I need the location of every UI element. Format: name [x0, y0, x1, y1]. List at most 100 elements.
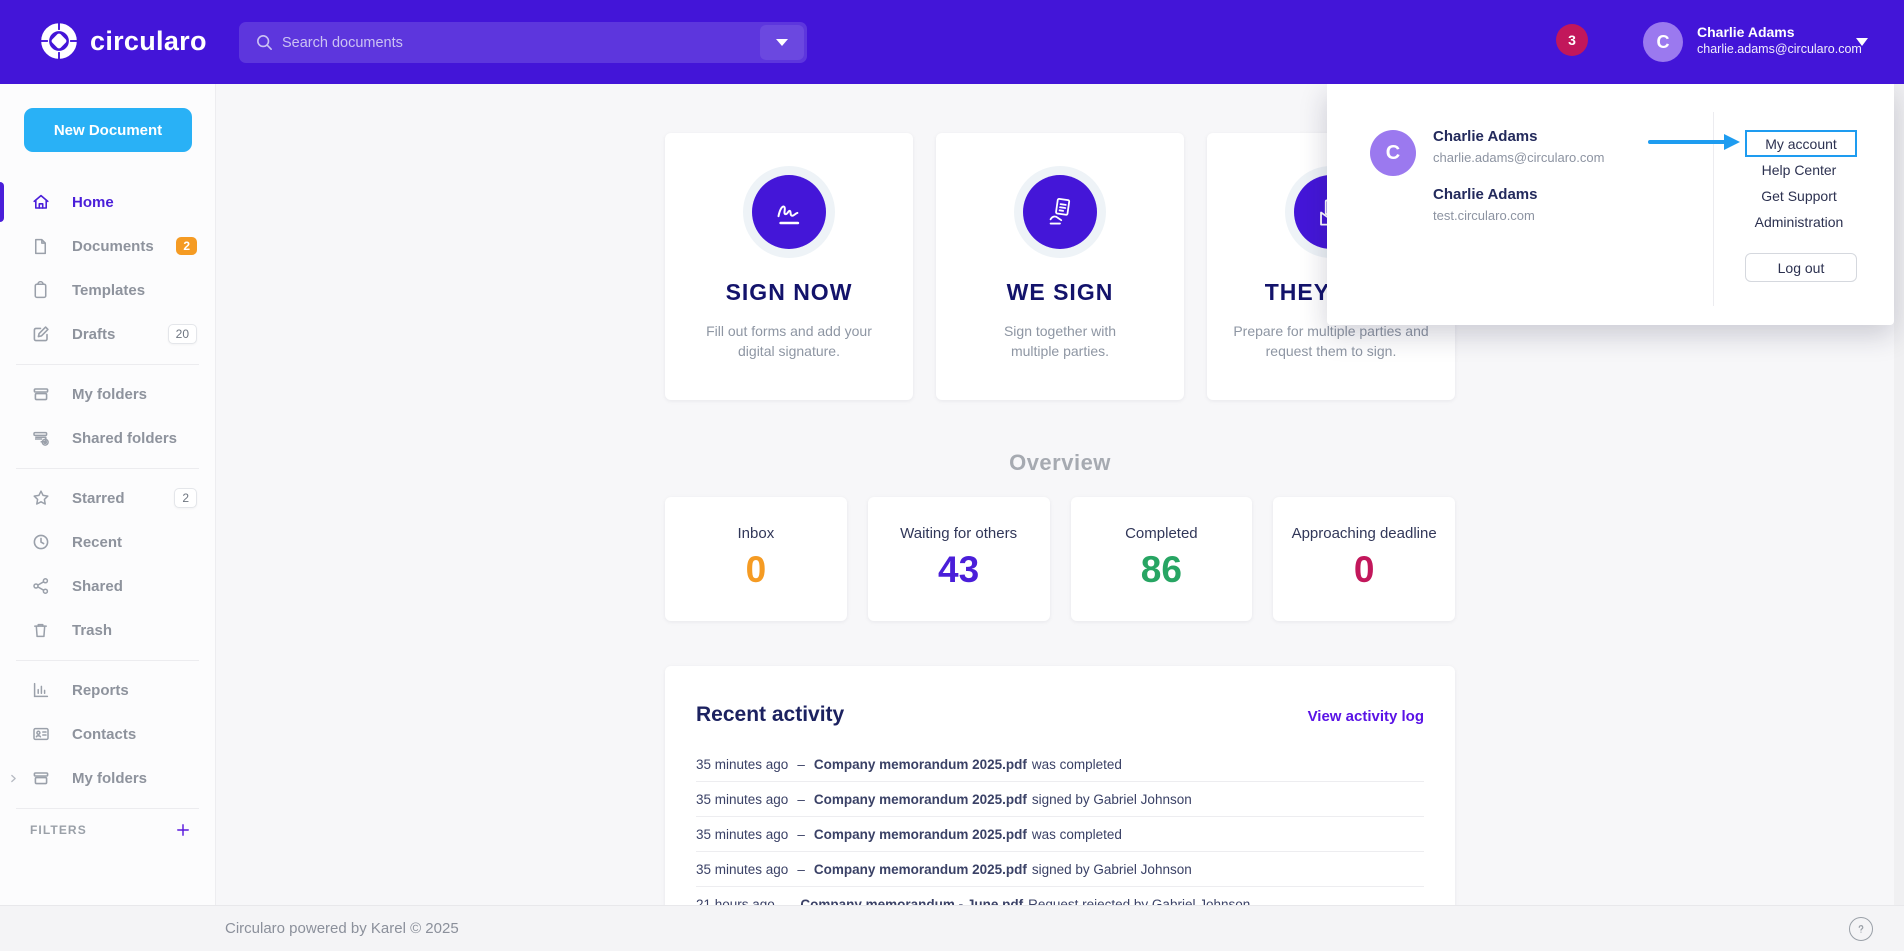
menu-item-my-account[interactable]: My account: [1745, 130, 1857, 157]
activity-row[interactable]: 21 hours ago – Company memorandum - June…: [696, 887, 1424, 905]
activity-row[interactable]: 35 minutes ago – Company memorandum 2025…: [696, 852, 1424, 887]
starred-count-badge: 2: [174, 488, 197, 508]
activity-time: 35 minutes ago: [696, 792, 788, 807]
stat-label: Approaching deadline: [1273, 525, 1455, 542]
sidebar-item-templates[interactable]: Templates: [0, 268, 215, 312]
menu-item-administration[interactable]: Administration: [1723, 214, 1875, 230]
share-icon: [30, 576, 51, 597]
sidebar-item-label: My folders: [72, 770, 147, 787]
sidebar-item-documents[interactable]: Documents 2: [0, 224, 215, 268]
activity-action: was completed: [1032, 757, 1122, 772]
card-description: Prepare for multiple parties and request…: [1215, 322, 1447, 361]
account-name: Charlie Adams: [1433, 128, 1537, 145]
sidebar-item-label: Shared: [72, 578, 123, 595]
stat-inbox[interactable]: Inbox 0: [665, 497, 847, 621]
stat-approaching-deadline[interactable]: Approaching deadline 0: [1273, 497, 1455, 621]
sidebar-item-my-folders-tree[interactable]: My folders: [0, 756, 215, 800]
stat-value: 0: [665, 549, 847, 591]
sidebar-item-shared[interactable]: Shared: [0, 564, 215, 608]
stat-label: Inbox: [665, 525, 847, 542]
sidebar-item-contacts[interactable]: Contacts: [0, 712, 215, 756]
sidebar-item-label: Trash: [72, 622, 112, 639]
user-menu-chevron-icon[interactable]: [1856, 38, 1868, 46]
document-icon: [30, 236, 51, 257]
sidebar-item-label: Home: [72, 194, 114, 211]
top-navbar: circularo 3 C Charlie Adams charlie.adam…: [0, 0, 1904, 84]
activity-file: Company memorandum - June.pdf: [800, 897, 1023, 906]
chevron-right-icon[interactable]: [8, 773, 19, 784]
chevron-down-icon: [776, 39, 788, 46]
sidebar-item-reports[interactable]: Reports: [0, 668, 215, 712]
activity-row[interactable]: 35 minutes ago – Company memorandum 2025…: [696, 747, 1424, 782]
sidebar-item-label: Documents: [72, 238, 154, 255]
footer: Circularo powered by Karel © 2025: [0, 905, 1904, 951]
account-domain: test.circularo.com: [1433, 208, 1535, 223]
add-filter-button[interactable]: [175, 822, 191, 838]
sidebar-divider: [16, 468, 199, 469]
stat-label: Completed: [1071, 525, 1253, 542]
activity-action: Request rejected by Gabriel Johnson: [1028, 897, 1250, 906]
sidebar-item-my-folders[interactable]: My folders: [0, 372, 215, 416]
overview-heading: Overview: [665, 450, 1455, 476]
brand-name: circularo: [90, 26, 207, 57]
search-input[interactable]: [274, 22, 757, 63]
view-activity-log-link[interactable]: View activity log: [1308, 708, 1424, 725]
help-icon[interactable]: [1849, 917, 1873, 941]
folder-box-icon: [30, 384, 51, 405]
sidebar: New Document Home Documents 2: [0, 84, 216, 905]
activity-file: Company memorandum 2025.pdf: [814, 827, 1027, 842]
template-icon: [30, 280, 51, 301]
menu-item-get-support[interactable]: Get Support: [1723, 188, 1875, 204]
filters-label: FILTERS: [30, 823, 87, 837]
activity-action: signed by Gabriel Johnson: [1032, 862, 1192, 877]
documents-count-badge: 2: [176, 237, 197, 255]
card-title: WE SIGN: [936, 279, 1184, 306]
footer-copyright: Circularo powered by Karel © 2025: [225, 920, 459, 937]
avatar[interactable]: C: [1643, 22, 1683, 62]
scrollbar-track[interactable]: [1894, 84, 1904, 905]
account-name[interactable]: Charlie Adams: [1433, 186, 1537, 203]
activity-row[interactable]: 35 minutes ago – Company memorandum 2025…: [696, 817, 1424, 852]
shared-folder-icon: [30, 428, 51, 449]
stat-value: 0: [1273, 549, 1455, 591]
stat-waiting-for-others[interactable]: Waiting for others 43: [868, 497, 1050, 621]
activity-time: 35 minutes ago: [696, 827, 788, 842]
sidebar-item-label: Shared folders: [72, 430, 177, 447]
user-menu-trigger[interactable]: Charlie Adams charlie.adams@circularo.co…: [1697, 23, 1862, 57]
we-sign-card[interactable]: WE SIGN Sign together with multiple part…: [936, 133, 1184, 400]
overview-stats: Inbox 0 Waiting for others 43 Completed …: [665, 497, 1455, 621]
search-scope-toggle[interactable]: [760, 25, 804, 60]
sidebar-item-trash[interactable]: Trash: [0, 608, 215, 652]
hand-document-icon: [1023, 175, 1097, 249]
card-description: Sign together with multiple parties.: [980, 322, 1140, 361]
activity-file: Company memorandum 2025.pdf: [814, 757, 1027, 772]
sidebar-item-label: My folders: [72, 386, 147, 403]
menu-item-help-center[interactable]: Help Center: [1723, 162, 1875, 178]
stat-completed[interactable]: Completed 86: [1071, 497, 1253, 621]
sidebar-item-drafts[interactable]: Drafts 20: [0, 312, 215, 356]
stat-value: 86: [1071, 549, 1253, 591]
sidebar-item-recent[interactable]: Recent: [0, 520, 215, 564]
folder-box-icon: [30, 768, 51, 789]
sidebar-item-shared-folders[interactable]: Shared folders: [0, 416, 215, 460]
activity-time: 35 minutes ago: [696, 757, 788, 772]
contact-card-icon: [30, 724, 51, 745]
brand-logo[interactable]: circularo: [40, 22, 207, 60]
clock-icon: [30, 532, 51, 553]
notifications-badge[interactable]: 3: [1556, 24, 1588, 56]
search-icon: [255, 33, 274, 52]
activity-time: 35 minutes ago: [696, 862, 788, 877]
sign-now-card[interactable]: SIGN NOW Fill out forms and add your dig…: [665, 133, 913, 400]
user-name: Charlie Adams: [1697, 23, 1862, 41]
sidebar-item-label: Drafts: [72, 326, 115, 343]
stat-label: Waiting for others: [868, 525, 1050, 542]
new-document-button[interactable]: New Document: [24, 108, 192, 152]
sidebar-divider: [16, 660, 199, 661]
activity-row[interactable]: 35 minutes ago – Company memorandum 2025…: [696, 782, 1424, 817]
annotation-arrow-icon: [1648, 131, 1744, 153]
sidebar-item-label: Contacts: [72, 726, 136, 743]
activity-file: Company memorandum 2025.pdf: [814, 792, 1027, 807]
sidebar-item-starred[interactable]: Starred 2: [0, 476, 215, 520]
logout-button[interactable]: Log out: [1745, 253, 1857, 282]
sidebar-item-home[interactable]: Home: [0, 180, 215, 224]
